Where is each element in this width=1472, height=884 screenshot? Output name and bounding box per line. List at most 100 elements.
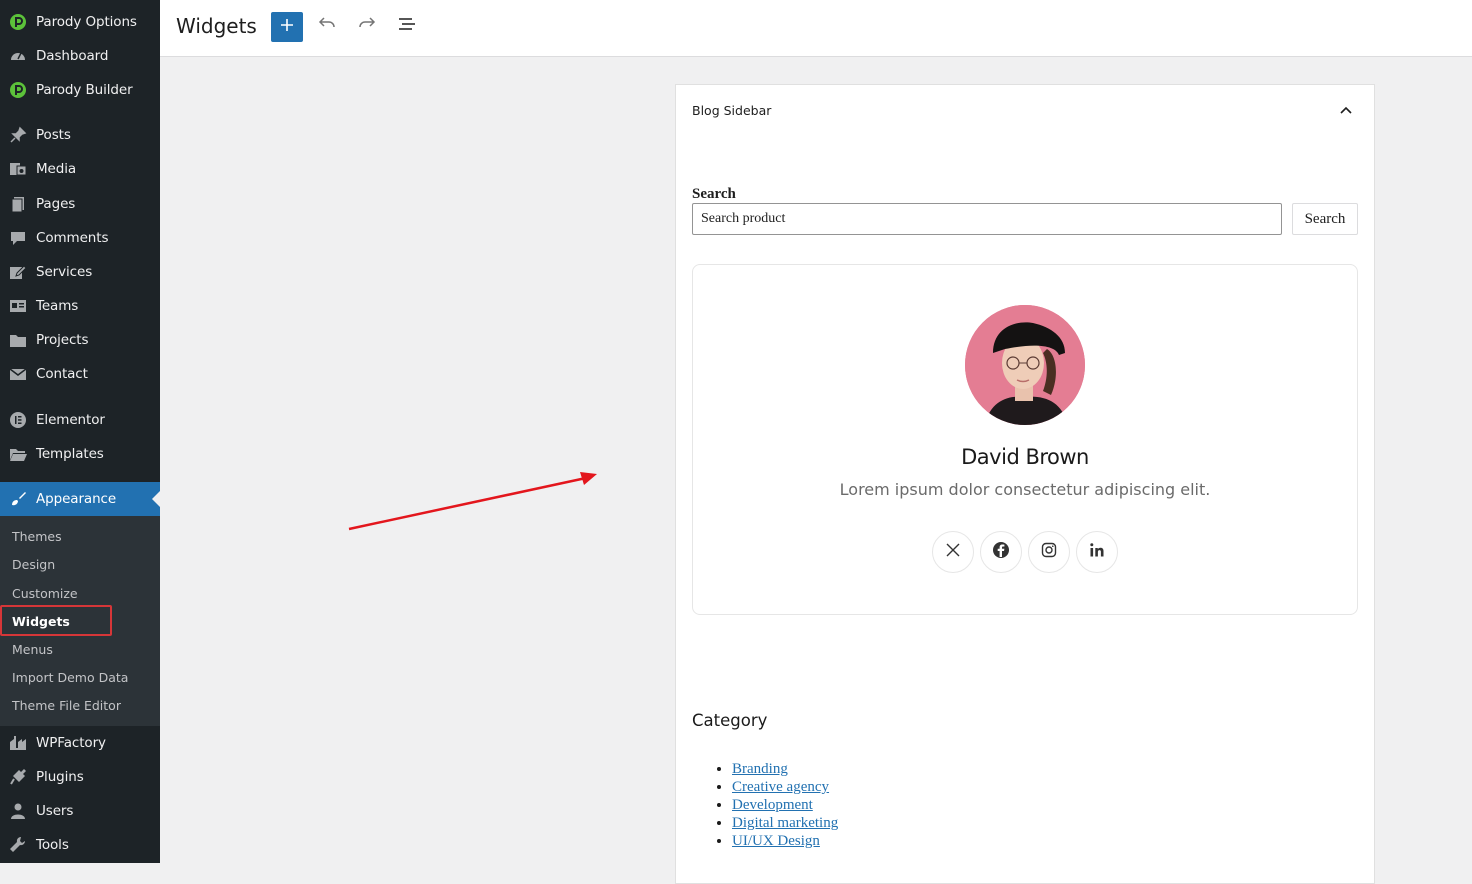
sidebar-item-label: Posts [36,127,71,143]
category-link-ui-ux-design[interactable]: UI/UX Design [732,833,820,849]
add-block-button[interactable] [271,12,303,42]
category-link-digital-marketing[interactable]: Digital marketing [732,815,838,831]
plus-icon [279,17,295,38]
sidebar-item-label: Parody Builder [36,82,133,98]
sidebar-item-label: Comments [36,230,109,246]
sidebar-item-elementor[interactable]: Elementor [0,403,160,437]
chevron-up-icon[interactable] [1336,101,1356,121]
list-view-button[interactable] [395,14,419,38]
annotation-arrow [348,472,597,531]
social-linkedin-button[interactable] [1076,531,1118,573]
sidebar-item-contact[interactable]: Contact [0,357,160,391]
search-button[interactable]: Search [1292,203,1358,235]
page-title: Widgets [176,14,257,38]
submenu-item-design[interactable]: Design [12,557,55,572]
user-icon [8,801,28,821]
sidebar-item-label: Appearance [36,491,117,507]
editor-header: Widgets [160,0,1472,57]
sidebar-item-label: Media [36,161,77,177]
category-list: Branding Creative agency Development Dig… [692,760,838,850]
profile-card[interactable]: David Brown Lorem ipsum dolor consectetu… [692,264,1358,615]
sidebar-item-label: Users [36,803,74,819]
mail-icon [8,364,28,384]
id-card-icon [8,296,28,316]
plug-icon [8,767,28,787]
widget-area-panel: Blog Sidebar Search Search David Brown L… [675,84,1375,884]
list-view-icon [397,14,417,39]
sidebar-item-tools[interactable]: Tools [0,828,160,862]
pin-icon [8,125,28,145]
widgets-highlight-box [0,605,112,636]
brush-icon [8,489,28,509]
sidebar-item-label: Pages [36,196,76,212]
profile-name: David Brown [961,445,1089,469]
sidebar-item-label: Elementor [36,412,105,428]
submenu-item-menus[interactable]: Menus [12,642,53,657]
undo-button[interactable] [315,14,339,38]
sidebar-item-posts[interactable]: Posts [0,118,160,152]
sidebar-item-parody-options[interactable]: Parody Options [0,5,160,39]
wrench-icon [8,835,28,855]
factory-icon [8,733,28,753]
sidebar-item-label: Plugins [36,769,84,785]
submenu-item-themes[interactable]: Themes [12,529,62,544]
search-label: Search [692,186,736,202]
sidebar-item-projects[interactable]: Projects [0,323,160,357]
search-input[interactable] [692,203,1282,235]
sidebar-item-label: Parody Options [36,14,137,30]
folder-open-icon [8,444,28,464]
sidebar-item-services[interactable]: Services [0,255,160,289]
redo-icon [357,14,377,39]
social-facebook-button[interactable] [980,531,1022,573]
submenu-item-theme-file-editor[interactable]: Theme File Editor [12,698,121,713]
profile-bio: Lorem ipsum dolor consectetur adipiscing… [839,480,1211,499]
redo-button[interactable] [355,14,379,38]
x-icon [946,543,960,562]
list-item: Development [732,796,838,814]
sidebar-item-label: Teams [36,298,79,314]
parody-logo-icon [8,12,28,32]
undo-icon [317,14,337,39]
submenu-item-customize[interactable]: Customize [12,586,78,601]
sidebar-item-label: WPFactory [36,735,106,751]
sidebar-item-label: Tools [36,837,69,853]
sidebar-item-label: Contact [36,366,88,382]
sidebar-item-wpfactory[interactable]: WPFactory [0,726,160,760]
sidebar-item-users[interactable]: Users [0,794,160,828]
folder-icon [8,330,28,350]
list-item: Creative agency [732,778,838,796]
media-icon [8,159,28,179]
sidebar-item-comments[interactable]: Comments [0,221,160,255]
sidebar-item-teams[interactable]: Teams [0,289,160,323]
social-x-button[interactable] [932,531,974,573]
sidebar-item-templates[interactable]: Templates [0,437,160,471]
category-heading: Category [692,711,768,730]
list-item: Digital marketing [732,814,838,832]
edit-icon [8,262,28,282]
linkedin-icon [1089,542,1105,563]
submenu-item-import-demo-data[interactable]: Import Demo Data [12,670,128,685]
avatar [965,305,1085,425]
sidebar-item-label: Dashboard [36,48,109,64]
widget-area-title: Blog Sidebar [692,103,772,118]
facebook-icon [992,541,1010,564]
sidebar-item-label: Services [36,264,93,280]
sidebar-item-media[interactable]: Media [0,152,160,186]
sidebar-item-parody-builder[interactable]: Parody Builder [0,73,160,107]
sidebar-item-pages[interactable]: Pages [0,187,160,221]
sidebar-item-appearance[interactable]: Appearance [0,482,160,516]
sidebar-item-plugins[interactable]: Plugins [0,760,160,794]
category-link-branding[interactable]: Branding [732,761,788,777]
social-instagram-button[interactable] [1028,531,1070,573]
category-link-development[interactable]: Development [732,797,813,813]
dashboard-icon [8,46,28,66]
list-item: Branding [732,760,838,778]
category-link-creative-agency[interactable]: Creative agency [732,779,829,795]
sidebar-item-dashboard[interactable]: Dashboard [0,39,160,73]
list-item: UI/UX Design [732,832,838,850]
pages-icon [8,194,28,214]
sidebar-item-label: Templates [36,446,104,462]
instagram-icon [1041,542,1057,563]
comment-icon [8,228,28,248]
admin-sidebar: Parody Options Dashboard Parody Builder … [0,0,160,863]
